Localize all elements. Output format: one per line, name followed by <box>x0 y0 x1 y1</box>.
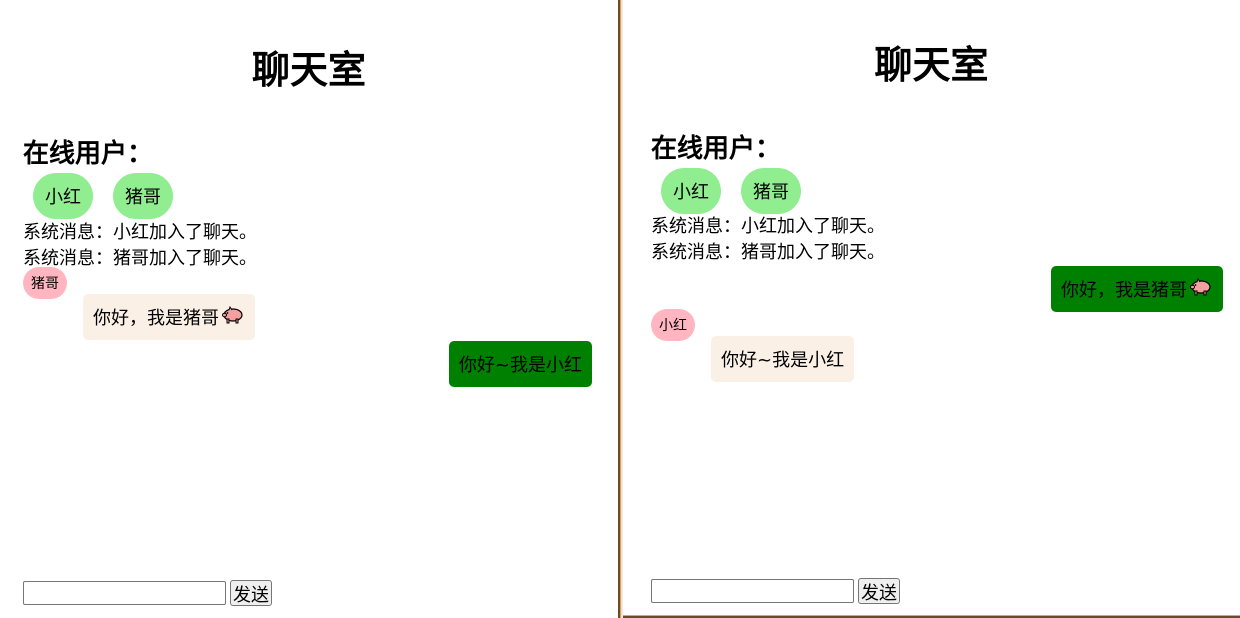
message-text: 你好，我是猪哥 <box>93 308 219 329</box>
online-users-heading: 在线用户： <box>23 139 154 169</box>
message-input[interactable] <box>651 579 854 603</box>
system-message: 系统消息：小红加入了聊天。 <box>651 216 885 237</box>
message-text: 你好，我是猪哥 <box>1061 280 1187 301</box>
system-messages: 系统消息：小红加入了聊天。 系统消息：猪哥加入了聊天。 <box>651 214 885 266</box>
online-users-list: 小红 猪哥 <box>33 173 173 219</box>
message-text: 你好~我是小红 <box>458 355 582 376</box>
sender-name-tag: 猪哥 <box>23 267 67 299</box>
online-user: 猪哥 <box>113 173 173 219</box>
page-title: 聊天室 <box>251 48 366 92</box>
chat-window-left: 聊天室 在线用户： 小红 猪哥 系统消息：小红加入了聊天。 系统消息：猪哥加入了… <box>0 0 618 618</box>
system-message: 系统消息：小红加入了聊天。 <box>23 222 257 243</box>
system-messages: 系统消息：小红加入了聊天。 系统消息：猪哥加入了聊天。 <box>23 220 257 272</box>
message-composer: 发送 <box>651 578 900 604</box>
pig-icon <box>221 305 245 329</box>
send-button[interactable]: 发送 <box>858 578 900 604</box>
sender-name-tag: 小红 <box>651 309 695 341</box>
chat-window-right: 聊天室 在线用户： 小红 猪哥 系统消息：小红加入了聊天。 系统消息：猪哥加入了… <box>623 0 1240 615</box>
online-user: 小红 <box>33 173 93 219</box>
system-message: 系统消息：猪哥加入了聊天。 <box>651 242 885 263</box>
message-text: 你好~我是小红 <box>721 350 845 371</box>
message-composer: 发送 <box>23 580 272 606</box>
outgoing-message-bubble: 你好~我是小红 <box>448 341 592 387</box>
page-title: 聊天室 <box>874 43 989 87</box>
message-input[interactable] <box>23 581 226 605</box>
online-user: 猪哥 <box>741 168 801 214</box>
online-user: 小红 <box>661 168 721 214</box>
pig-icon <box>1189 277 1213 301</box>
outgoing-message-bubble: 你好，我是猪哥 <box>1051 266 1223 312</box>
online-users-list: 小红 猪哥 <box>661 168 801 214</box>
send-button[interactable]: 发送 <box>230 580 272 606</box>
incoming-message-bubble: 你好~我是小红 <box>711 336 855 382</box>
online-users-heading: 在线用户： <box>651 134 782 164</box>
incoming-message-bubble: 你好，我是猪哥 <box>83 294 255 340</box>
